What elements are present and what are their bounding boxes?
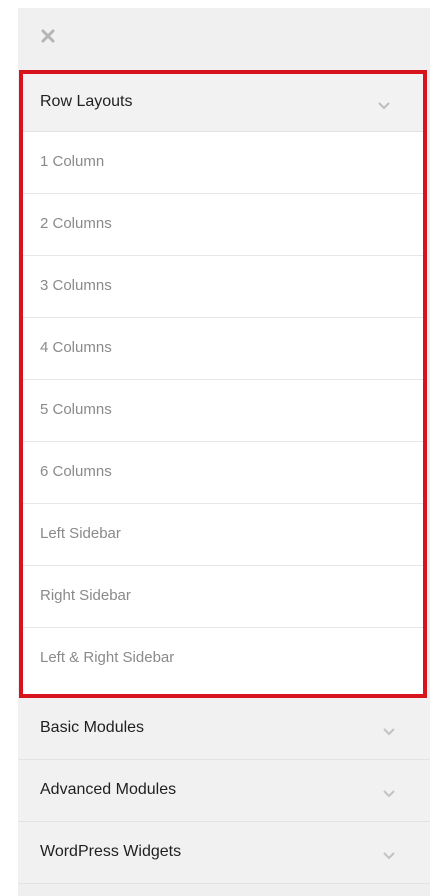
layout-item-right-sidebar[interactable]: Right Sidebar [23, 566, 423, 628]
layout-item-label: 1 Column [40, 153, 105, 170]
layout-item-3-columns[interactable]: 3 Columns [23, 256, 423, 318]
layout-item-label: 4 Columns [40, 339, 112, 356]
layout-item-label: Right Sidebar [40, 587, 131, 604]
layout-item-label: 5 Columns [40, 401, 112, 418]
layout-item-left-right-sidebar[interactable]: Left & Right Sidebar [23, 628, 423, 690]
row-layouts-title: Row Layouts [40, 93, 133, 110]
panel-top-bar [18, 8, 430, 70]
layout-item-label: Left & Right Sidebar [40, 649, 175, 666]
section-advanced-modules[interactable]: Advanced Modules [18, 760, 430, 822]
section-label: Advanced Modules [40, 781, 177, 798]
layout-item-label: 2 Columns [40, 215, 112, 232]
layout-item-2-columns[interactable]: 2 Columns [23, 194, 423, 256]
layout-item-5-columns[interactable]: 5 Columns [23, 380, 423, 442]
builder-panel: Row Layouts 1 Column 2 Columns 3 Columns… [18, 8, 430, 896]
layout-item-6-columns[interactable]: 6 Columns [23, 442, 423, 504]
chevron-down-icon [377, 98, 391, 110]
layout-item-4-columns[interactable]: 4 Columns [23, 318, 423, 380]
layout-item-1-column[interactable]: 1 Column [23, 132, 423, 194]
section-label: Basic Modules [40, 719, 145, 736]
layout-item-label: 3 Columns [40, 277, 112, 294]
chevron-down-icon [382, 848, 396, 860]
layout-item-label: Left Sidebar [40, 525, 121, 542]
row-layouts-list: 1 Column 2 Columns 3 Columns 4 Columns 5… [23, 132, 423, 690]
row-layouts-highlight: Row Layouts 1 Column 2 Columns 3 Columns… [19, 70, 427, 698]
section-wordpress-widgets[interactable]: WordPress Widgets [18, 822, 430, 884]
chevron-down-icon [382, 786, 396, 798]
close-icon[interactable] [40, 28, 56, 44]
section-label: WordPress Widgets [40, 843, 182, 860]
section-basic-modules[interactable]: Basic Modules [18, 698, 430, 760]
layout-item-label: 6 Columns [40, 463, 112, 480]
layout-item-left-sidebar[interactable]: Left Sidebar [23, 504, 423, 566]
row-layouts-header[interactable]: Row Layouts [23, 74, 423, 132]
chevron-down-icon [382, 724, 396, 736]
